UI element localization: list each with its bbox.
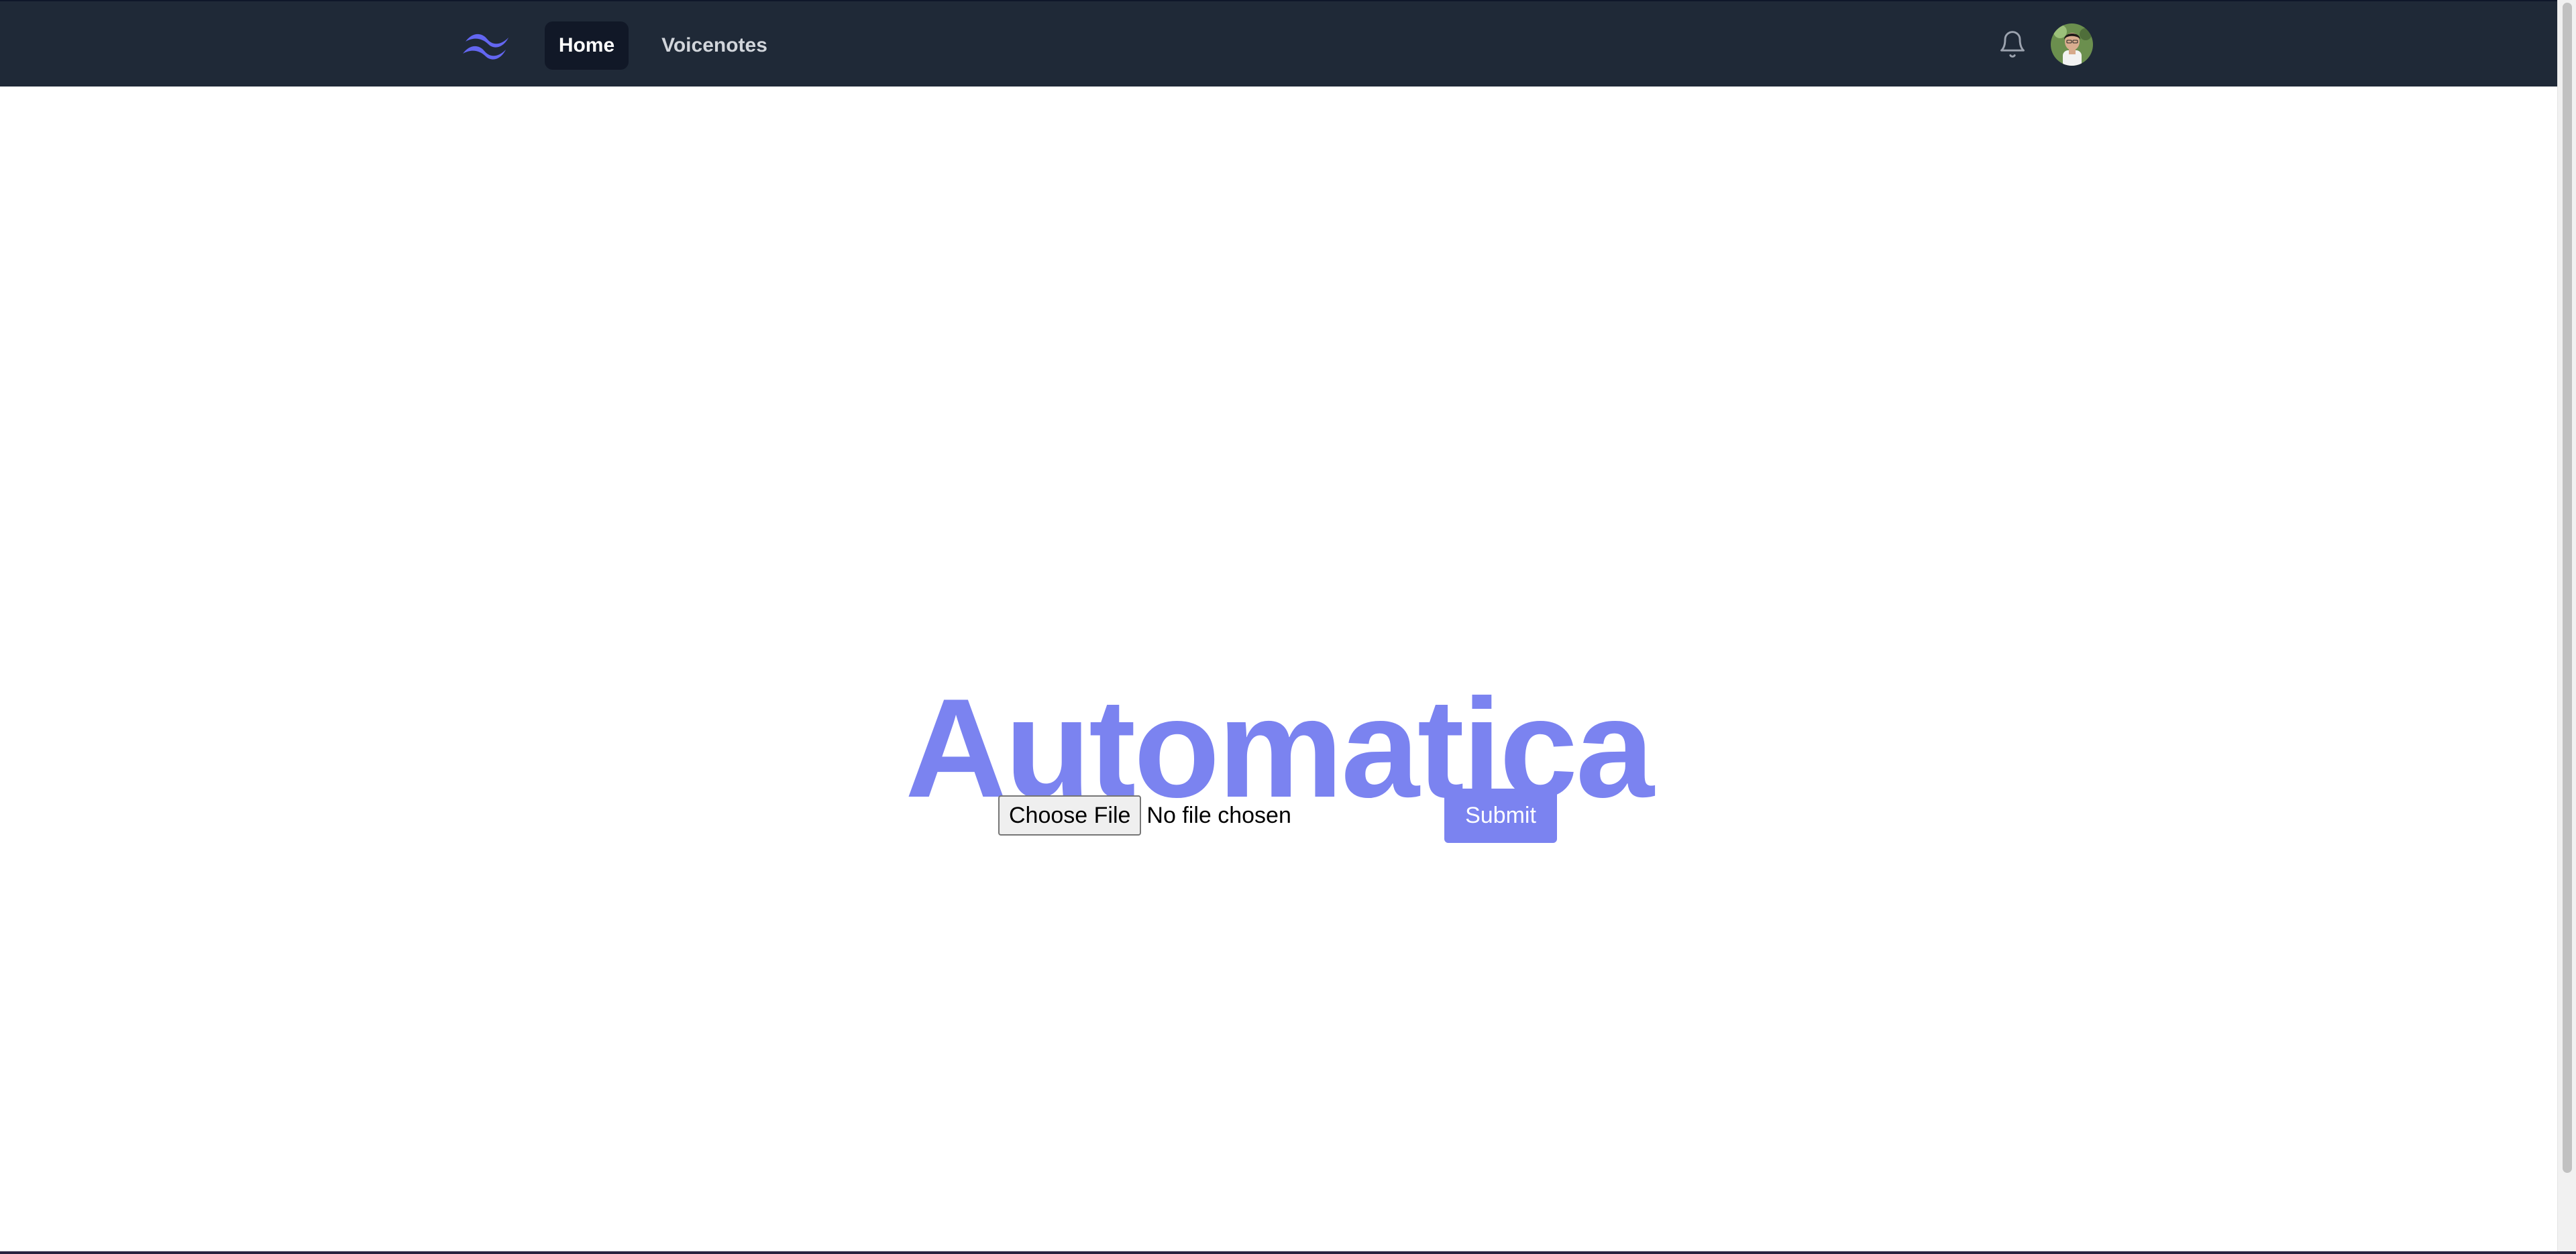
page: Home Voicenotes Automatica Choose File N… — [0, 0, 2576, 1254]
submit-button[interactable]: Submit — [1444, 789, 1557, 843]
file-input[interactable]: Choose File No file chosen — [998, 795, 1291, 836]
nav-item-home[interactable]: Home — [545, 21, 629, 70]
user-avatar-icon — [2051, 23, 2093, 66]
avatar[interactable] — [2051, 23, 2093, 66]
window-bottom-edge — [0, 1251, 2576, 1254]
top-navbar: Home Voicenotes — [0, 0, 2557, 87]
choose-file-button[interactable]: Choose File — [998, 795, 1142, 836]
vertical-scrollbar[interactable] — [2557, 0, 2576, 1254]
bell-icon[interactable] — [1998, 30, 2027, 59]
file-status-text: No file chosen — [1146, 802, 1291, 828]
tailwind-logo-icon[interactable] — [462, 27, 513, 62]
scrollbar-thumb[interactable] — [2563, 3, 2572, 1173]
nav-item-voicenotes[interactable]: Voicenotes — [657, 21, 771, 70]
